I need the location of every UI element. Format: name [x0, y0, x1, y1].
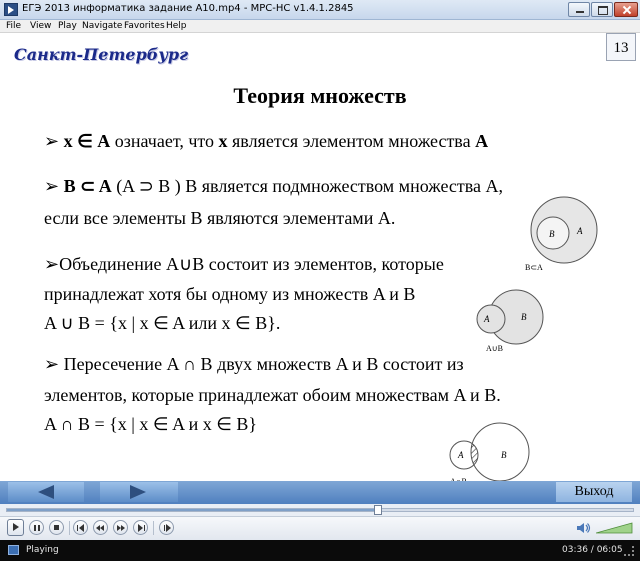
fast-forward-icon	[114, 521, 127, 534]
minimize-button[interactable]	[568, 2, 590, 17]
prev-icon	[74, 521, 87, 534]
volume-slider[interactable]	[596, 522, 634, 534]
var-x: x	[63, 131, 73, 151]
bullet-intersection-formula: A ∩ B = {x | x ∈ A и x ∈ B}	[44, 414, 258, 434]
slide-back-button[interactable]	[8, 482, 84, 502]
minimize-icon	[569, 3, 589, 16]
resize-grip[interactable]	[624, 546, 634, 556]
play-icon	[8, 520, 23, 535]
status-playing-icon	[8, 545, 19, 555]
union-diagram: A B A∪B	[476, 289, 544, 353]
set-b-label: B	[501, 450, 507, 460]
set-b-label: B	[521, 312, 527, 322]
stop-icon	[50, 521, 63, 534]
bullet-union-line2: принадлежат хотя бы одному из множеств A…	[44, 284, 416, 304]
var-a: A	[97, 131, 111, 151]
status-bar: Playing 03:36 / 06:05	[0, 540, 640, 561]
bullet-text: означает, что	[110, 131, 219, 151]
bullet-subset-line2: если все элементы B являются элементами …	[44, 208, 396, 228]
close-button[interactable]	[614, 2, 638, 17]
slide-forward-button[interactable]	[100, 482, 178, 502]
menu-play[interactable]: Play	[58, 21, 77, 31]
set-a-label: A	[457, 450, 464, 460]
bullet-text: (A ⊃ B ) B является подмножеством множес…	[111, 176, 504, 196]
pause-button[interactable]	[29, 520, 44, 535]
set-a-label: A	[576, 226, 583, 236]
menu-navigate[interactable]: Navigate	[82, 21, 122, 31]
arrow-left-icon	[38, 485, 54, 499]
video-area[interactable]: Санкт-Петербург 13 Теория множеств ➢ x ∈…	[0, 33, 640, 504]
slide-nav-bar: Выход	[0, 481, 640, 504]
intersection-diagram: A B A∩B	[449, 422, 530, 486]
app-icon	[4, 3, 18, 16]
bullet-union-formula: A ∪ B = {x | x ∈ A или x ∈ B}.	[44, 313, 281, 333]
menu-favorites[interactable]: Favorites	[124, 21, 165, 31]
playback-time: 03:36 / 06:05	[562, 545, 623, 555]
seek-bar[interactable]	[0, 504, 640, 516]
title-bar: ЕГЭ 2013 информатика задание А10.mp4 - M…	[0, 0, 640, 20]
slide-exit-button[interactable]: Выход	[556, 482, 632, 502]
slide-city-header: Санкт-Петербург	[14, 45, 189, 64]
arrow-right-icon	[130, 485, 146, 499]
set-b-circle	[470, 422, 530, 482]
var-x: x	[218, 131, 228, 151]
bullet-intersection-line2: элементов, которые принадлежат обоим мно…	[44, 385, 501, 405]
menu-file[interactable]: File	[6, 21, 21, 31]
rewind-icon	[94, 521, 107, 534]
seek-handle[interactable]	[373, 505, 382, 515]
next-icon	[134, 521, 147, 534]
rewind-button[interactable]	[93, 520, 108, 535]
toolbar-separator	[69, 521, 70, 535]
next-button[interactable]	[133, 520, 148, 535]
frame-step-icon	[160, 521, 173, 534]
close-icon	[615, 3, 637, 16]
subset-expression: B ⊂ A	[63, 176, 112, 196]
bullet-arrow: ➢	[44, 176, 60, 196]
play-button[interactable]	[7, 519, 24, 536]
seek-progress	[7, 509, 378, 511]
window-title: ЕГЭ 2013 информатика задание А10.mp4 - M…	[22, 3, 354, 14]
slide-number: 13	[606, 33, 636, 61]
maximize-icon	[592, 3, 612, 16]
playback-status: Playing	[26, 545, 59, 555]
bullet-subset: ➢ B ⊂ A (A ⊃ B ) B является подмножество…	[44, 176, 503, 197]
maximize-button[interactable]	[591, 2, 613, 17]
playback-controls	[0, 516, 640, 540]
stop-button[interactable]	[49, 520, 64, 535]
speaker-icon[interactable]	[576, 521, 592, 535]
set-a-circle	[476, 304, 506, 334]
element-of-symbol: ∈	[77, 131, 93, 151]
bullet-arrow: ➢	[44, 131, 60, 151]
previous-button[interactable]	[73, 520, 88, 535]
menu-bar: File View Play Navigate Favorites Help	[0, 20, 640, 33]
bullet-text: является элементом множества	[227, 131, 476, 151]
subset-diagram: A B B⊂A	[525, 196, 598, 272]
bullet-membership: ➢ x ∈ A означает, что x является элемент…	[44, 131, 488, 152]
fast-forward-button[interactable]	[113, 520, 128, 535]
slide-title: Теория множеств	[233, 83, 407, 108]
seek-track[interactable]	[6, 508, 634, 512]
pause-icon	[30, 521, 43, 534]
union-caption: A∪B	[486, 344, 503, 353]
menu-view[interactable]: View	[30, 21, 51, 31]
menu-help[interactable]: Help	[166, 21, 187, 31]
bullet-intersection: ➢ Пересечение A ∩ B двух множеств A и B …	[44, 354, 464, 374]
set-b-label: B	[549, 229, 555, 239]
subset-caption: B⊂A	[525, 263, 543, 272]
set-a-label: A	[483, 314, 490, 324]
var-a: A	[475, 131, 489, 151]
toolbar-separator	[153, 521, 154, 535]
frame-step-button[interactable]	[159, 520, 174, 535]
bullet-union: ➢Объединение A∪B состоит из элементов, к…	[44, 254, 444, 274]
